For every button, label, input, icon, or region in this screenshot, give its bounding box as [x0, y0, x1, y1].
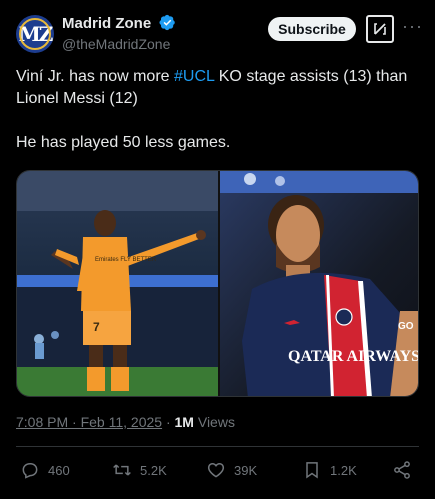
repost-count: 5.2K [140, 462, 167, 478]
repost-icon [113, 464, 131, 476]
hashtag-link[interactable]: #UCL [174, 68, 214, 85]
timestamp-link[interactable]: 7:08 PM · Feb 11, 2025 [16, 414, 162, 430]
messi-image: QATAR AIRWAYS GO [220, 171, 419, 396]
reply-button[interactable]: 460 [20, 460, 70, 480]
like-count: 39K [234, 462, 258, 478]
share-button[interactable] [392, 460, 420, 480]
author-handle[interactable]: @theMadridZone [62, 36, 176, 52]
views-label: Views [193, 414, 235, 430]
heart-icon [207, 462, 225, 478]
reply-icon [22, 463, 38, 479]
subscribe-button[interactable]: Subscribe [268, 17, 356, 41]
avatar[interactable]: MZ [16, 15, 54, 53]
author-block: Madrid Zone @theMadridZone [62, 14, 176, 52]
tweet-text: Viní Jr. has now more #UCL KO stage assi… [16, 66, 416, 176]
tweet-meta: 7:08 PM · Feb 11, 2025 · 1M Views [16, 414, 235, 430]
tweet-line-1: Viní Jr. has now more #UCL KO stage assi… [16, 68, 408, 107]
more-icon[interactable]: ··· [402, 16, 423, 37]
share-icon [394, 461, 410, 479]
photo-vinicius[interactable]: Emirates FLY BETTER 7 [17, 171, 218, 396]
jersey-number: 7 [93, 320, 100, 334]
verified-icon [159, 14, 175, 31]
bookmark-button[interactable]: 1.2K [302, 460, 357, 480]
meta-separator: · [162, 414, 175, 430]
bookmark-count: 1.2K [330, 462, 357, 478]
tweet-header: MZ Madrid Zone @theMadridZone Subscribe … [14, 12, 423, 56]
repost-button[interactable]: 5.2K [112, 460, 167, 480]
vinicius-image: Emirates FLY BETTER 7 [17, 171, 218, 396]
views-count: 1M [174, 414, 194, 430]
bookmark-icon [306, 462, 318, 479]
divider [16, 446, 419, 447]
action-bar: 460 5.2K 39K 1.2K [16, 460, 419, 482]
like-button[interactable]: 39K [206, 460, 257, 480]
tweet-line-2: He has played 50 less games. [16, 134, 231, 151]
photo-messi[interactable]: QATAR AIRWAYS GO [220, 171, 419, 396]
sponsor-text: QATAR AIRWAYS [288, 348, 419, 365]
grok-glyph [374, 23, 386, 35]
reply-count: 460 [48, 462, 70, 478]
media-grid[interactable]: Emirates FLY BETTER 7 QATAR AIRWAYS GO [16, 170, 419, 397]
sleeve-badge: GO [398, 321, 414, 332]
grok-icon[interactable] [366, 15, 394, 43]
author-name[interactable]: Madrid Zone [62, 15, 151, 32]
jersey-text: Emirates FLY BETTER [95, 257, 157, 263]
